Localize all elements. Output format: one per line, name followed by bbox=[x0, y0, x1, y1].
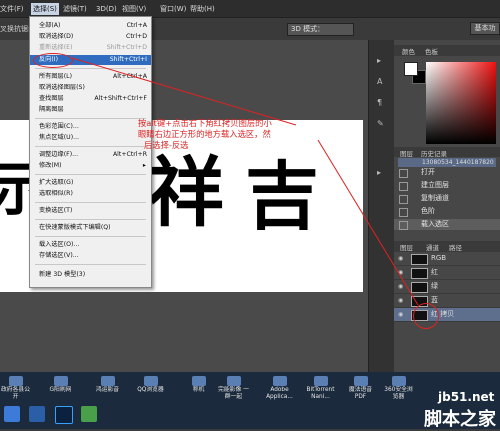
app-icon bbox=[8, 376, 23, 386]
app-icon bbox=[226, 376, 241, 386]
windows-start-icon[interactable] bbox=[4, 406, 20, 422]
app-icon bbox=[53, 376, 68, 386]
app-icon bbox=[143, 376, 158, 386]
taskbar-item[interactable]: 称机 bbox=[183, 376, 214, 400]
word-icon[interactable] bbox=[29, 406, 45, 422]
photoshop-icon[interactable] bbox=[55, 406, 73, 424]
watermark-name: 脚本之家 bbox=[424, 409, 496, 430]
app-icon bbox=[272, 376, 287, 386]
app-icon bbox=[100, 376, 115, 386]
app-icon bbox=[353, 376, 368, 386]
taskbar-item[interactable]: 鸿运影音 bbox=[92, 376, 123, 400]
annotation-lines bbox=[71, 57, 419, 306]
taskbar-item[interactable]: Adobe Applica... bbox=[264, 376, 295, 400]
explorer-icon[interactable] bbox=[81, 406, 97, 422]
taskbar-item[interactable]: 魔法语音 PDF bbox=[345, 376, 376, 400]
taskbar-item[interactable]: 完能影像 一群一起 bbox=[218, 376, 249, 400]
highlight-circle bbox=[413, 303, 439, 329]
app-icon bbox=[391, 376, 406, 386]
highlight-circle bbox=[33, 53, 73, 68]
taskbar-item[interactable]: G阳刷网 bbox=[45, 376, 76, 400]
taskbar-item[interactable]: QQ浏览器 bbox=[135, 376, 166, 400]
annotation-text: 按alt键+点击右下角红拷贝图层的小 眼睛右边正方形的地方载入选区，然 后选择-… bbox=[138, 118, 272, 150]
watermark-domain: jb51.net bbox=[438, 390, 495, 404]
taskbar-item[interactable]: 360安全浏览器 bbox=[383, 376, 414, 400]
taskbar-item[interactable]: BitTorrent Nani... bbox=[305, 376, 336, 400]
app-icon bbox=[191, 376, 206, 386]
app-icon bbox=[313, 376, 328, 386]
taskbar-item[interactable]: 政府各县公开 bbox=[0, 376, 31, 400]
